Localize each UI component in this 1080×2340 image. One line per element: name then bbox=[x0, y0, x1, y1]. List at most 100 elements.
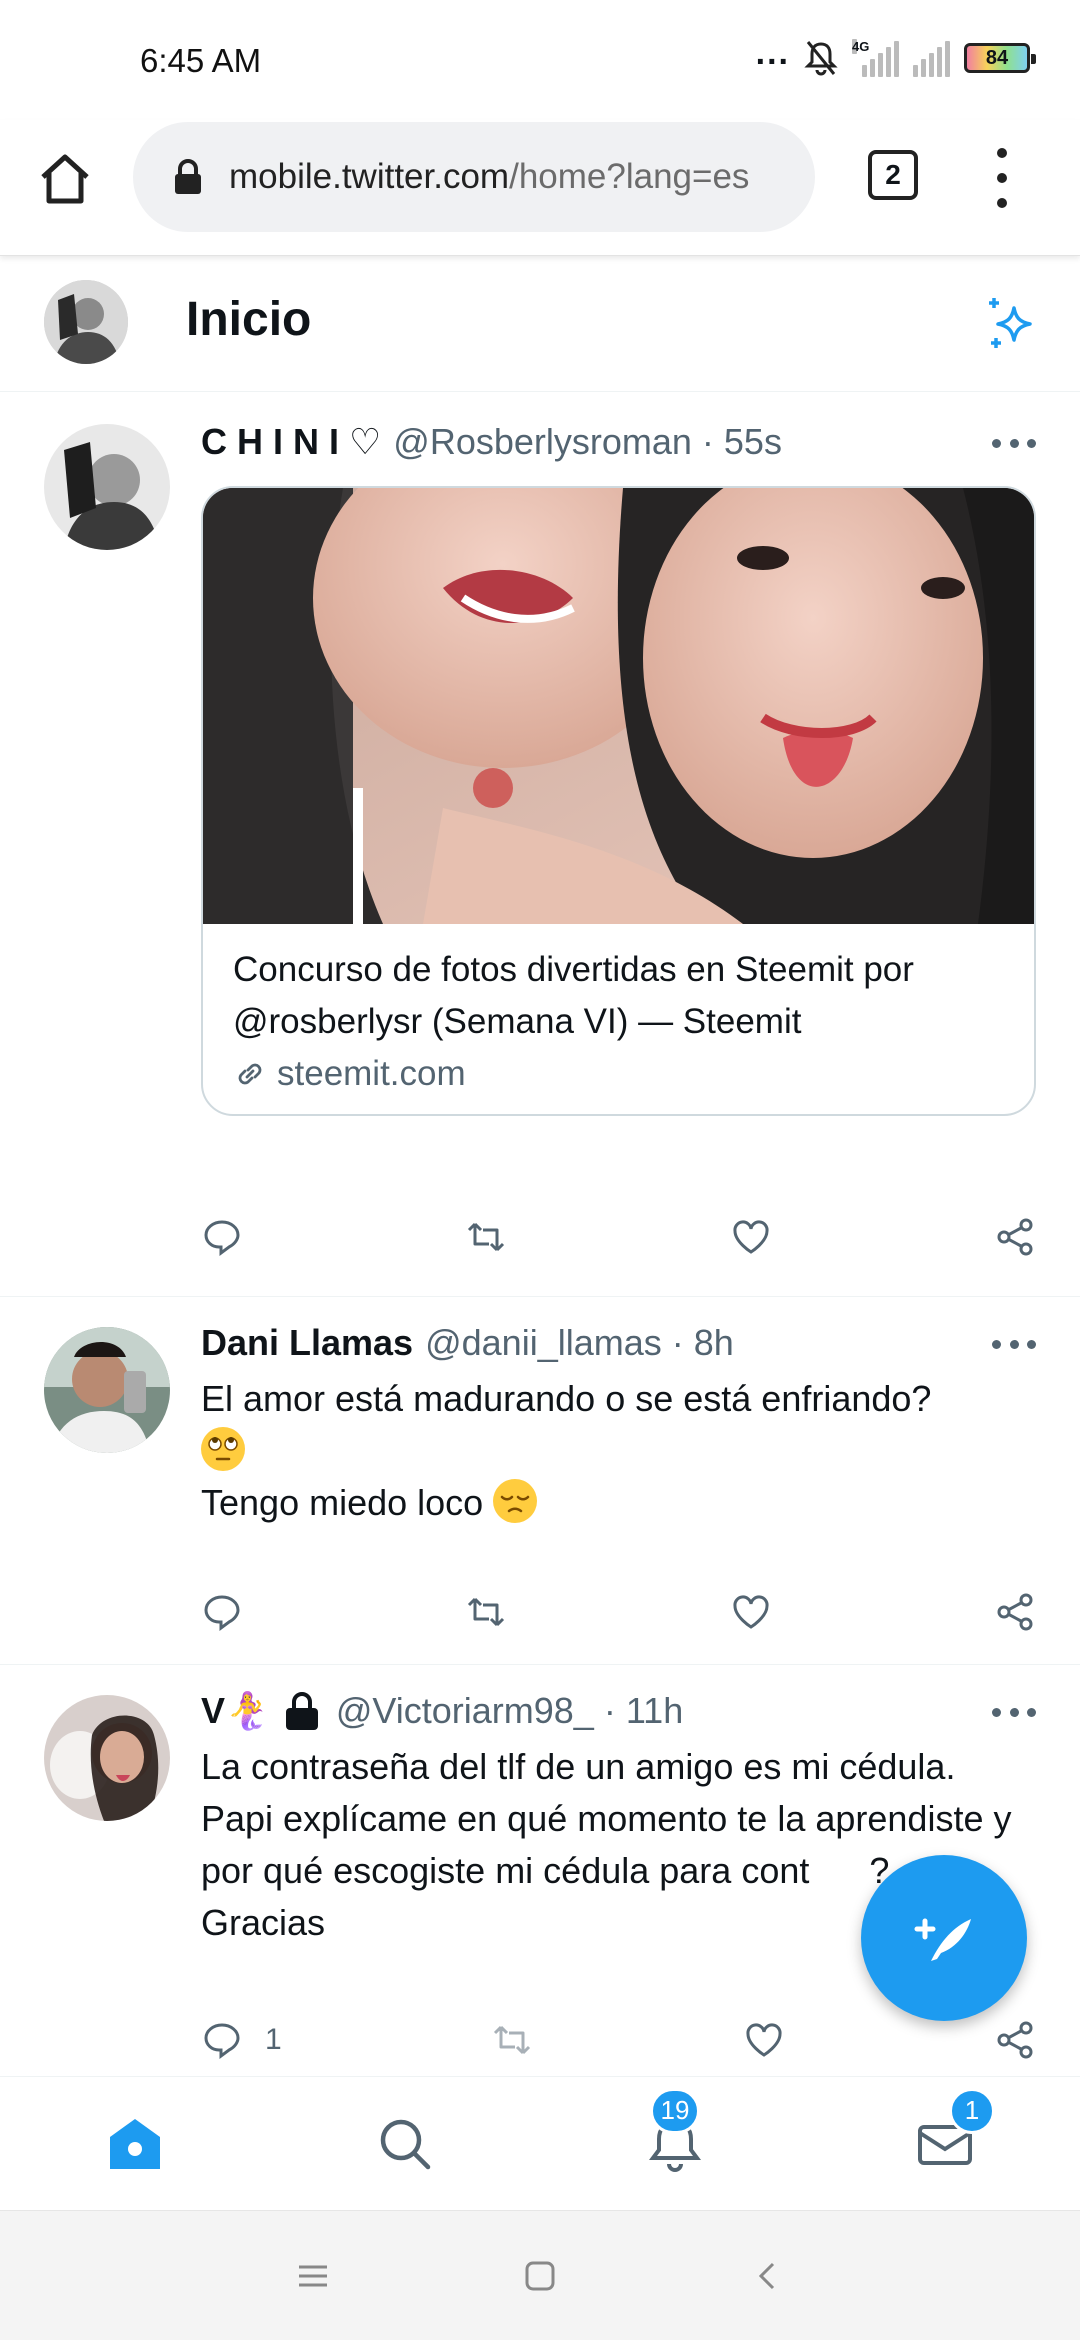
tweet-avatar[interactable] bbox=[44, 1327, 170, 1453]
tweet-author-name[interactable]: C H I N I ♡ bbox=[201, 420, 381, 464]
protected-lock-icon bbox=[285, 1692, 318, 1730]
link-card-info: Concurso de fotos divertidas en Steemit … bbox=[203, 924, 1034, 1114]
lock-icon bbox=[173, 159, 203, 195]
mute-bell-icon bbox=[804, 41, 838, 76]
browser-home-button[interactable] bbox=[34, 148, 96, 210]
nav-messages[interactable]: 1 bbox=[905, 2087, 995, 2184]
sparkle-icon[interactable] bbox=[982, 294, 1042, 354]
tweet[interactable]: Dani Llamas @danii_llamas · 8h El amor e… bbox=[0, 1297, 1080, 1665]
like-button[interactable] bbox=[743, 2019, 785, 2061]
recent-apps-button[interactable] bbox=[293, 2256, 333, 2296]
timeline: C H I N I ♡ @Rosberlysroman · 55s Concur… bbox=[0, 392, 1080, 2077]
back-chevron-icon bbox=[758, 2262, 774, 2289]
tweet-handle[interactable]: @danii_llamas bbox=[425, 1321, 662, 1365]
tweet-handle[interactable]: @Victoriarm98_ bbox=[336, 1689, 594, 1733]
recents-menu-icon bbox=[299, 2265, 328, 2286]
browser-menu-button[interactable] bbox=[990, 148, 1014, 208]
tab-switcher-button[interactable]: 2 bbox=[868, 150, 918, 200]
retweet-button bbox=[491, 2019, 533, 2061]
signal-4g-icon: 4G bbox=[852, 39, 899, 77]
share-icon bbox=[997, 2021, 1033, 2059]
tweet-author-name[interactable]: Dani Llamas bbox=[201, 1321, 413, 1365]
tweet-author-name[interactable]: V🧜‍♀️ bbox=[201, 1689, 270, 1733]
system-navigation-bar bbox=[0, 2210, 1080, 2340]
url-text: mobile.twitter.com/home?lang=es bbox=[229, 157, 749, 197]
tweet-actions: 1 bbox=[201, 2015, 1036, 2065]
browser-toolbar: mobile.twitter.com/home?lang=es 2 bbox=[0, 120, 1080, 256]
tweet-header: V🧜‍♀️ @Victoriarm98_ · 11h bbox=[201, 1689, 1036, 1733]
tweet-text: El amor está madurando o se está enfrian… bbox=[201, 1373, 1036, 1529]
address-bar[interactable]: mobile.twitter.com/home?lang=es bbox=[133, 122, 815, 232]
reply-icon bbox=[204, 1220, 240, 1256]
messages-badge: 1 bbox=[949, 2087, 995, 2134]
heart-icon bbox=[733, 1220, 769, 1254]
tweet-actions bbox=[201, 1212, 1036, 1262]
reply-button[interactable] bbox=[201, 1591, 243, 1633]
reply-icon bbox=[204, 1595, 240, 1631]
tweet-handle[interactable]: @Rosberlysroman bbox=[393, 420, 692, 464]
retweet-button[interactable] bbox=[465, 1216, 507, 1258]
status-time: 6:45 AM bbox=[140, 42, 262, 79]
twitter-header: Inicio bbox=[0, 258, 1080, 392]
share-icon bbox=[997, 1593, 1033, 1631]
system-back-button[interactable] bbox=[747, 2256, 787, 2296]
reply-button[interactable] bbox=[201, 1216, 243, 1258]
heart-icon bbox=[733, 1595, 769, 1629]
url-host: mobile.twitter.com bbox=[229, 157, 510, 196]
tweet-more-button[interactable] bbox=[992, 428, 1036, 458]
page-title: Inicio bbox=[186, 293, 312, 346]
tweet-time[interactable]: · 11h bbox=[604, 1689, 683, 1733]
battery-icon: 84 bbox=[964, 43, 1036, 73]
retweet-button[interactable] bbox=[465, 1591, 507, 1633]
tweet-time[interactable]: · 55s bbox=[702, 420, 782, 464]
tweet-text-body: La contraseña del tlf de un amigo es mi … bbox=[201, 1746, 1012, 1891]
search-icon bbox=[380, 2119, 431, 2169]
status-icons: ... 4G 84 bbox=[756, 36, 1036, 78]
tweet[interactable]: C H I N I ♡ @Rosberlysroman · 55s Concur… bbox=[0, 392, 1080, 1297]
share-icon bbox=[997, 1218, 1033, 1256]
retweet-icon bbox=[494, 2025, 531, 2055]
link-icon bbox=[238, 1063, 262, 1085]
link-card[interactable]: Concurso de fotos divertidas en Steemit … bbox=[201, 486, 1036, 1116]
tweet-more-button[interactable] bbox=[992, 1329, 1036, 1359]
system-home-button[interactable] bbox=[520, 2256, 560, 2296]
tweet-header: C H I N I ♡ @Rosberlysroman · 55s bbox=[201, 420, 1036, 464]
like-button[interactable] bbox=[730, 1591, 772, 1633]
link-card-image bbox=[203, 488, 1034, 924]
link-card-title: Concurso de fotos divertidas en Steemit … bbox=[233, 950, 914, 1041]
status-bar: 6:45 AM ... 4G 84 bbox=[0, 0, 1080, 120]
square-home-icon bbox=[525, 2261, 555, 2290]
nav-home[interactable] bbox=[95, 2104, 175, 2184]
tweet-avatar[interactable] bbox=[44, 424, 170, 550]
tweet-text-line: Tengo miedo loco bbox=[201, 1482, 484, 1523]
tweet-text-line: El amor está madurando o se está enfrian… bbox=[201, 1378, 932, 1419]
compose-tweet-button[interactable] bbox=[861, 1855, 1027, 2021]
nav-search[interactable] bbox=[365, 2104, 445, 2184]
url-path: /home?lang=es bbox=[509, 157, 750, 196]
tweet-more-button[interactable] bbox=[992, 1697, 1036, 1727]
tweet-avatar[interactable] bbox=[44, 1695, 170, 1821]
share-button[interactable] bbox=[994, 2019, 1036, 2061]
tweet-actions bbox=[201, 1587, 1036, 1637]
tweet-header: Dani Llamas @danii_llamas · 8h bbox=[201, 1321, 1036, 1365]
rolling-eyes-emoji-icon bbox=[201, 1427, 245, 1471]
share-button[interactable] bbox=[994, 1216, 1036, 1258]
tab-count: 2 bbox=[885, 159, 901, 190]
like-button[interactable] bbox=[730, 1216, 772, 1258]
profile-avatar[interactable] bbox=[44, 280, 128, 364]
compose-feather-icon bbox=[914, 1918, 971, 1961]
signal-icon bbox=[913, 39, 950, 77]
pensive-emoji-icon bbox=[493, 1479, 538, 1523]
battery-level: 84 bbox=[985, 46, 1009, 69]
reply-count: 1 bbox=[265, 2023, 282, 2056]
reply-button[interactable]: 1 bbox=[201, 2019, 282, 2061]
bottom-navigation: 19 1 bbox=[0, 2076, 1080, 2210]
heart-icon bbox=[746, 2023, 782, 2057]
retweet-icon bbox=[468, 1222, 505, 1252]
tweet-time[interactable]: · 8h bbox=[672, 1321, 734, 1365]
nav-notifications[interactable]: 19 bbox=[635, 2087, 715, 2184]
home-icon bbox=[41, 154, 89, 204]
share-button[interactable] bbox=[994, 1591, 1036, 1633]
home-filled-icon bbox=[110, 2118, 160, 2169]
link-card-domain: steemit.com bbox=[233, 1054, 1004, 1094]
